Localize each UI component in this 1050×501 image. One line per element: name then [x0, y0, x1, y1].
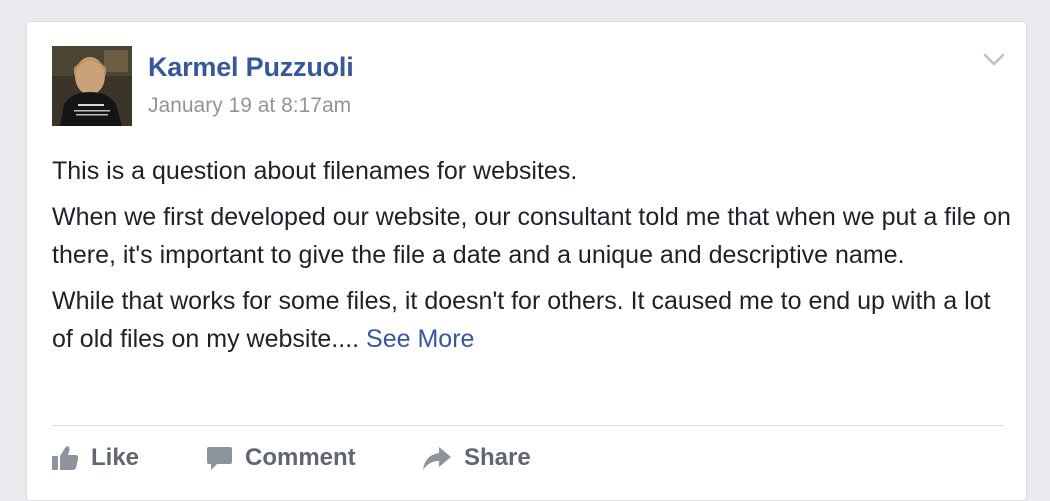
like-button[interactable]: Like	[52, 440, 139, 476]
profile-photo	[52, 46, 132, 126]
like-label: Like	[91, 444, 140, 471]
divider	[52, 425, 1004, 426]
see-more-link[interactable]: See More	[366, 325, 474, 353]
share-arrow-icon	[422, 445, 452, 471]
thumbs-up-icon	[52, 445, 79, 471]
share-button[interactable]: Share	[422, 440, 531, 476]
comment-button[interactable]: Comment	[206, 440, 356, 476]
comment-label: Comment	[245, 444, 356, 471]
post-timestamp[interactable]: January 19 at 8:17am	[148, 94, 351, 118]
post-paragraph: While that works for some files, it does…	[52, 282, 1012, 358]
post-paragraph: This is a question about filenames for w…	[52, 157, 578, 185]
post-body: This is a question about filenames for w…	[52, 152, 1012, 366]
action-bar: Like Comment Share	[52, 440, 1004, 476]
post-paragraph-text: While that works for some files, it does…	[52, 287, 991, 353]
post-paragraph: When we first developed our website, our…	[52, 198, 1012, 274]
chevron-down-icon[interactable]	[983, 52, 1005, 68]
post-card: Karmel Puzzuoli January 19 at 8:17am Thi…	[26, 21, 1027, 501]
author-name[interactable]: Karmel Puzzuoli	[148, 52, 354, 83]
share-label: Share	[464, 444, 531, 471]
author-avatar[interactable]	[52, 46, 132, 126]
comment-bubble-icon	[206, 445, 233, 471]
post-paragraph-text: When we first developed our website, our…	[52, 203, 1011, 269]
